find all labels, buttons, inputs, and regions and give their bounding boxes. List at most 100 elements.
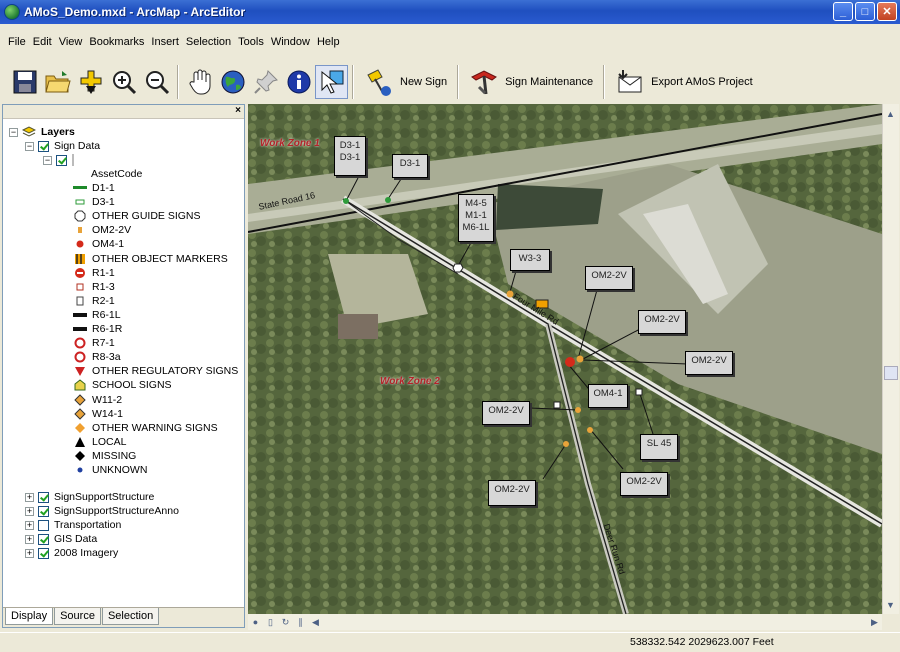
- data-view-icon[interactable]: ●: [248, 615, 263, 630]
- legend-item: OM4-1: [73, 237, 124, 251]
- menu-view[interactable]: View: [59, 36, 83, 48]
- callout-om2-d[interactable]: OM2-2V: [482, 401, 530, 425]
- collapse-expander[interactable]: −: [25, 141, 34, 151]
- expand-expander[interactable]: +: [25, 548, 34, 558]
- callout-line: D3-1: [399, 158, 421, 169]
- menu-file[interactable]: File: [8, 36, 26, 48]
- scroll-up-arrow-icon[interactable]: ▲: [883, 106, 898, 121]
- map-view[interactable]: Work Zone 1 Work Zone 2 State Road 16 Fo…: [248, 104, 882, 614]
- identify-button[interactable]: [249, 65, 282, 99]
- green-bar-icon: [73, 182, 87, 194]
- layer-item[interactable]: + SignSupportStructure: [25, 490, 154, 504]
- save-icon: [13, 70, 36, 94]
- full-extent-button[interactable]: [216, 65, 249, 99]
- select-elements-button[interactable]: [315, 65, 348, 99]
- pan-hand-icon: [189, 69, 210, 95]
- layer-checkbox[interactable]: [38, 533, 49, 545]
- save-button[interactable]: [8, 65, 41, 99]
- layer-checkbox[interactable]: [38, 140, 49, 152]
- scroll-right-arrow-icon[interactable]: ▶: [867, 615, 882, 630]
- legend-item: OTHER GUIDE SIGNS: [73, 209, 201, 223]
- scroll-down-arrow-icon[interactable]: ▼: [883, 597, 898, 612]
- menu-edit[interactable]: Edit: [33, 36, 52, 48]
- layer-checkbox[interactable]: [38, 505, 49, 517]
- menu-window[interactable]: Window: [271, 36, 310, 48]
- callout-line: OM2-2V: [644, 314, 680, 325]
- info-button[interactable]: [282, 65, 315, 99]
- callout-om2-e[interactable]: OM2-2V: [620, 472, 668, 496]
- maximize-button[interactable]: □: [855, 2, 875, 21]
- callout-sl-45[interactable]: SL 45: [640, 434, 678, 460]
- zoom-in-button[interactable]: [107, 65, 140, 99]
- toolbar-separator: [352, 65, 354, 99]
- pan-button[interactable]: [183, 65, 216, 99]
- callout-om2-a[interactable]: OM2-2V: [585, 266, 633, 290]
- add-data-button[interactable]: [74, 65, 107, 99]
- layer-label: Sign Data: [54, 140, 101, 152]
- identify-pushpin-icon: [253, 70, 278, 94]
- menu-bookmarks[interactable]: Bookmarks: [89, 36, 144, 48]
- collapse-expander[interactable]: −: [9, 127, 18, 137]
- menu-tools[interactable]: Tools: [238, 36, 264, 48]
- legend-label: OTHER OBJECT MARKERS: [92, 252, 228, 265]
- callout-om2-c[interactable]: OM2-2V: [685, 351, 733, 375]
- callout-line: OM2-2V: [691, 355, 727, 366]
- layer-checkbox[interactable]: [38, 491, 49, 503]
- legend-label: OTHER GUIDE SIGNS: [92, 210, 201, 223]
- layer-sign-data[interactable]: − Sign Data: [25, 139, 100, 153]
- black-bar-icon: [73, 309, 87, 321]
- legend-item: R8-3a: [73, 350, 121, 364]
- minimize-button[interactable]: _: [833, 2, 853, 21]
- menu-help[interactable]: Help: [317, 36, 340, 48]
- tab-display[interactable]: Display: [5, 608, 54, 625]
- layer-checkbox[interactable]: [38, 547, 49, 559]
- layer-item[interactable]: +2008 Imagery: [25, 546, 118, 560]
- new-sign-button[interactable]: New Sign: [358, 65, 453, 99]
- callout-d3-1-pair[interactable]: D3-1 D3-1: [334, 136, 366, 176]
- refresh-icon[interactable]: ↻: [278, 615, 293, 630]
- legend-item: R1-3: [73, 280, 115, 294]
- legend-label: SCHOOL SIGNS: [92, 379, 172, 392]
- layer-item[interactable]: + SignSupportStructureAnno: [25, 504, 179, 518]
- menu-selection[interactable]: Selection: [186, 36, 231, 48]
- menu-insert[interactable]: Insert: [151, 36, 179, 48]
- expand-expander[interactable]: +: [25, 506, 34, 516]
- close-button[interactable]: ✕: [877, 2, 897, 21]
- layer-label: SignSupportStructureAnno: [54, 505, 179, 518]
- expand-expander[interactable]: +: [25, 492, 34, 502]
- layout-view-icon[interactable]: ▯: [263, 615, 278, 630]
- toc-header: ×: [3, 105, 244, 119]
- sign-maintenance-button[interactable]: Sign Maintenance: [463, 65, 599, 99]
- layer-sign-data-group[interactable]: −: [43, 153, 74, 167]
- callout-line: OM2-2V: [494, 484, 530, 495]
- legend-label: OM2-2V: [92, 224, 132, 237]
- layer-checkbox[interactable]: [38, 519, 49, 531]
- export-project-button[interactable]: Export AMoS Project: [609, 65, 759, 99]
- map-vertical-scrollbar[interactable]: ▲ ▼: [882, 104, 899, 614]
- layer-checkbox[interactable]: [56, 154, 67, 166]
- callout-om2-b[interactable]: OM2-2V: [638, 310, 686, 334]
- zoom-out-button[interactable]: [140, 65, 173, 99]
- collapse-expander[interactable]: −: [43, 155, 52, 165]
- toc-close-button[interactable]: ×: [235, 105, 241, 116]
- map-horizontal-scrollbar[interactable]: ● ▯ ↻ ∥ ◀ ▶: [248, 614, 882, 630]
- callout-w3-3[interactable]: W3-3: [510, 249, 550, 271]
- expand-expander[interactable]: +: [25, 520, 34, 530]
- open-folder-icon: [44, 71, 71, 93]
- hscroll-track[interactable]: [323, 615, 867, 629]
- callout-d3-1[interactable]: D3-1: [392, 154, 428, 178]
- callout-om4-1[interactable]: OM4-1: [588, 384, 628, 408]
- layer-item[interactable]: + Transportation: [25, 518, 121, 532]
- pause-icon[interactable]: ∥: [293, 615, 308, 630]
- callout-om2-f[interactable]: OM2-2V: [488, 480, 536, 506]
- open-button[interactable]: [41, 65, 74, 99]
- scroll-left-arrow-icon[interactable]: ◀: [308, 615, 323, 630]
- tab-selection[interactable]: Selection: [101, 608, 160, 625]
- layers-root[interactable]: − Layers: [9, 125, 75, 139]
- scroll-thumb[interactable]: [884, 366, 898, 380]
- tab-source[interactable]: Source: [54, 608, 101, 625]
- callout-m4-5[interactable]: M4-5 M1-1 M6-1L: [458, 194, 494, 242]
- expand-expander[interactable]: +: [25, 534, 34, 544]
- layer-item[interactable]: + GIS Data: [25, 532, 97, 546]
- no-parking-icon: [73, 337, 87, 349]
